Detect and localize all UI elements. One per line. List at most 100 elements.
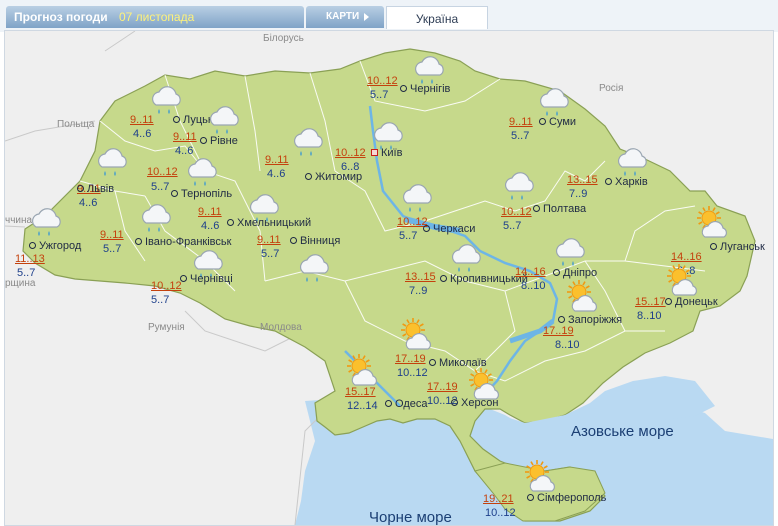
- day-temperature: 14..16: [515, 266, 546, 278]
- night-temperature: 5..7: [103, 243, 122, 255]
- maps-button-label: КАРТИ: [326, 11, 360, 22]
- city-name: Чернігів: [410, 83, 451, 95]
- city-name: Київ: [381, 147, 403, 159]
- tab-ukraine-label: Україна: [415, 12, 459, 26]
- city-name: Херсон: [461, 397, 499, 409]
- city-label[interactable]: Одеса: [385, 398, 427, 410]
- sea-label-azov: Азовське море: [571, 423, 674, 440]
- city-marker-icon: [29, 241, 36, 249]
- city-label[interactable]: Вінниця: [290, 235, 340, 247]
- city-label[interactable]: Дніпро: [553, 267, 597, 279]
- day-temperature: 11..13: [15, 253, 45, 265]
- city-label[interactable]: Луганськ: [710, 241, 765, 253]
- city-label[interactable]: Чернігів: [400, 83, 450, 95]
- day-temperature: 17..19: [427, 381, 458, 393]
- city-name: Полтава: [543, 203, 587, 215]
- night-temperature: 10..12: [397, 367, 428, 379]
- night-temperature: 5..7: [503, 220, 522, 232]
- night-temperature: 5..7: [399, 230, 418, 242]
- map-background: [5, 31, 773, 525]
- city-marker-icon: [440, 274, 447, 282]
- country-label-hungary: рщина: [5, 278, 36, 289]
- forecast-date[interactable]: 07 листопада: [119, 10, 194, 24]
- city-label[interactable]: Суми: [539, 116, 576, 128]
- city-name: Хмельницький: [237, 217, 312, 229]
- city-name: Суми: [549, 116, 577, 128]
- city-marker-icon: [539, 117, 546, 125]
- city-label[interactable]: Чернівці: [180, 273, 233, 285]
- night-temperature: 8..10: [555, 339, 580, 351]
- city-label[interactable]: Херсон: [451, 397, 498, 409]
- city-marker-icon: [533, 204, 540, 212]
- cloud-rain-icon: [93, 143, 133, 188]
- city-marker-icon: [290, 236, 297, 244]
- night-temperature: 8..10: [521, 280, 546, 292]
- day-temperature: 10..12: [147, 166, 178, 178]
- city-name: Чернівці: [190, 273, 233, 285]
- city-label[interactable]: Житомир: [305, 171, 362, 183]
- city-label[interactable]: Рівне: [200, 135, 238, 147]
- cloud-rain-icon: [289, 123, 329, 168]
- city-label[interactable]: Донецьк: [665, 296, 718, 308]
- city-label[interactable]: Львів: [77, 183, 114, 195]
- forecast-label: Прогноз погоди: [14, 10, 108, 24]
- day-temperature: 9..11: [198, 206, 222, 218]
- country-label-belarus: Білорусь: [263, 33, 304, 44]
- day-temperature: 10..12: [501, 206, 532, 218]
- night-temperature: 5..7: [261, 248, 280, 260]
- day-temperature: 19..21: [483, 493, 514, 505]
- night-temperature: 5..7: [17, 267, 36, 279]
- city-marker-icon: [423, 224, 430, 232]
- city-name: Луганськ: [720, 241, 765, 253]
- city-marker-icon: [710, 242, 717, 250]
- city-name: Житомир: [315, 171, 363, 183]
- weather-map: Білорусь Польща Росія Румунія Молдова чч…: [4, 30, 774, 526]
- city-marker-icon: [173, 115, 180, 123]
- city-label[interactable]: Сімферополь: [527, 492, 606, 504]
- day-temperature: 10..12: [335, 147, 366, 159]
- night-temperature: 5..7: [370, 89, 389, 101]
- city-name: Черкаси: [433, 223, 476, 235]
- night-temperature: 5..7: [511, 130, 530, 142]
- night-temperature: 10..12: [485, 507, 516, 519]
- capital-marker-icon: [371, 148, 378, 156]
- city-label[interactable]: Ужгород: [29, 240, 81, 252]
- city-marker-icon: [200, 136, 207, 144]
- city-marker-icon: [527, 493, 534, 501]
- tab-ukraine[interactable]: Україна: [386, 6, 488, 29]
- city-name: Запоріжжя: [568, 314, 623, 326]
- city-label[interactable]: Запоріжжя: [558, 314, 622, 326]
- city-marker-icon: [385, 399, 392, 407]
- city-label[interactable]: Полтава: [533, 203, 586, 215]
- city-marker-icon: [665, 297, 672, 305]
- day-temperature: 13..15: [405, 271, 436, 283]
- city-label[interactable]: Черкаси: [423, 223, 475, 235]
- day-temperature: 10..12: [367, 75, 398, 87]
- night-temperature: 8..10: [637, 310, 662, 322]
- city-label[interactable]: Хмельницький: [227, 217, 311, 229]
- city-label[interactable]: Тернопіль: [171, 188, 232, 200]
- day-temperature: 15..17: [635, 296, 666, 308]
- sea-label-black: Чорне море: [369, 509, 452, 526]
- city-name: Рівне: [210, 135, 238, 147]
- country-label-russia: Росія: [599, 83, 624, 94]
- city-marker-icon: [605, 177, 612, 185]
- maps-button[interactable]: КАРТИ: [306, 6, 384, 28]
- day-temperature: 13..15: [567, 174, 598, 186]
- city-label[interactable]: Харків: [605, 176, 648, 188]
- city-name: Харків: [615, 176, 648, 188]
- triangle-right-icon: [364, 13, 369, 21]
- day-temperature: 9..11: [509, 116, 533, 128]
- night-temperature: 12..14: [347, 400, 378, 412]
- city-marker-icon: [451, 398, 458, 406]
- night-temperature: 7..9: [409, 285, 428, 297]
- day-temperature: 10..12: [151, 280, 182, 292]
- day-temperature: 17..19: [395, 353, 426, 365]
- city-label[interactable]: Київ: [371, 147, 402, 159]
- city-name: Львів: [87, 183, 115, 195]
- city-marker-icon: [553, 268, 560, 276]
- city-marker-icon: [558, 315, 565, 323]
- city-name: Сімферополь: [537, 492, 607, 504]
- night-temperature: 5..7: [151, 181, 170, 193]
- day-temperature: 9..11: [130, 114, 154, 126]
